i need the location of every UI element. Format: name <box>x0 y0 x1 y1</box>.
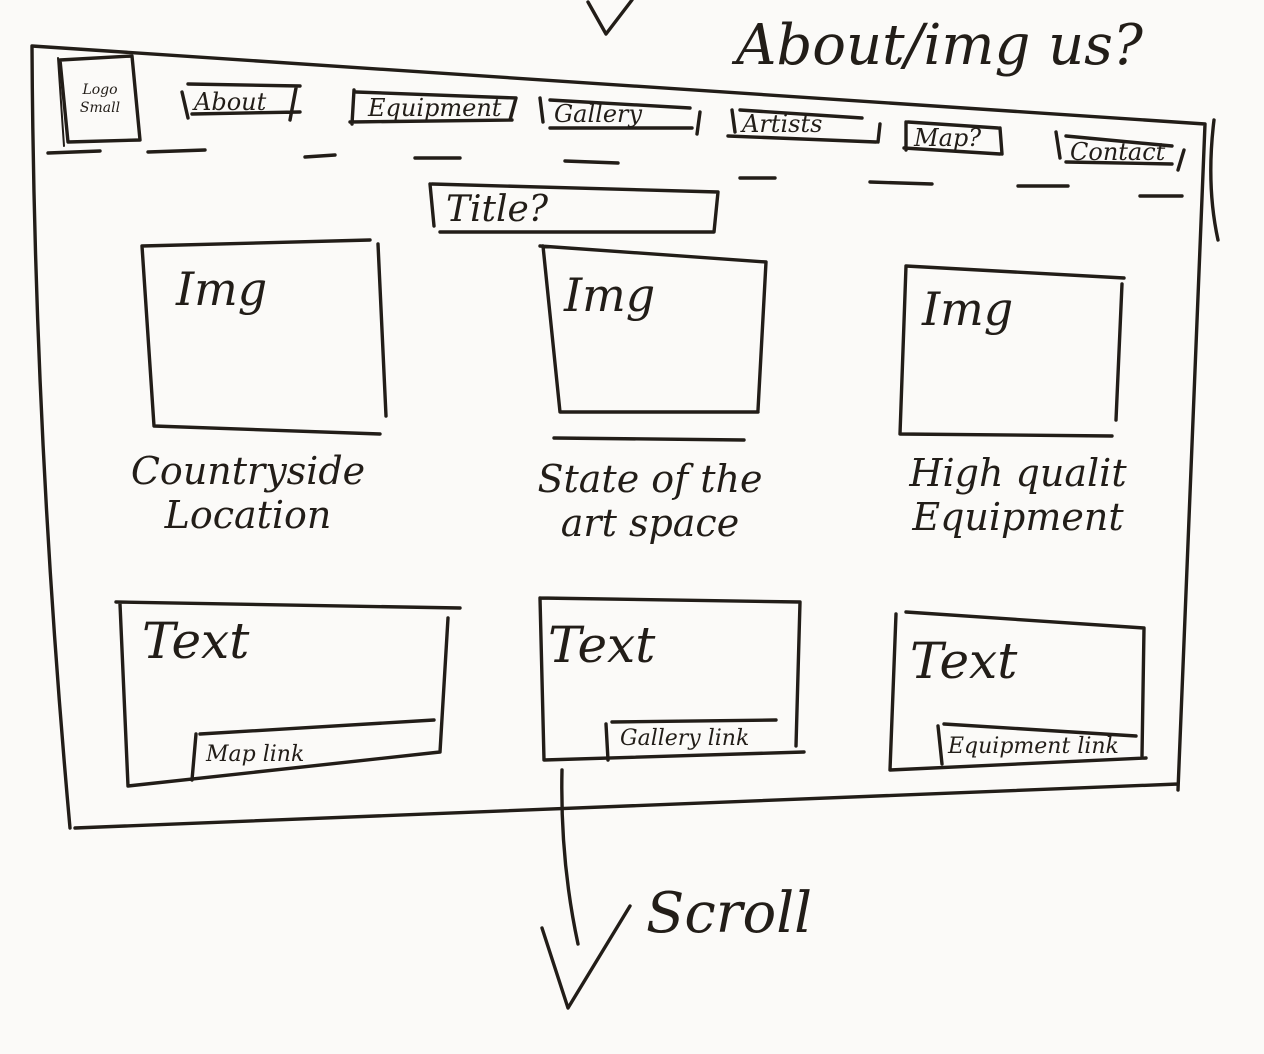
nav-item-map[interactable]: Map? <box>914 126 981 150</box>
feature-caption-2: State of the art space <box>537 457 763 545</box>
nav-item-artists[interactable]: Artists <box>742 112 822 136</box>
nav-item-contact[interactable]: Contact <box>1070 140 1165 164</box>
text-block-3: Text <box>910 632 1018 690</box>
feature-image-2: Img <box>564 268 656 322</box>
logo[interactable]: Logo Small <box>68 82 132 117</box>
page-title: Title? <box>446 189 549 230</box>
feature-image-1: Img <box>176 262 268 316</box>
scroll-label: Scroll <box>646 881 813 946</box>
feature-caption-3: High qualit Equipment <box>909 451 1127 539</box>
nav-item-equipment[interactable]: Equipment <box>368 96 501 120</box>
feature-caption-1: Countryside Location <box>130 449 366 537</box>
text-block-1: Text <box>142 612 250 670</box>
top-arrow-tip <box>586 0 634 36</box>
equipment-link[interactable]: Equipment link <box>948 736 1119 758</box>
nav-item-about[interactable]: About <box>194 90 266 114</box>
map-link[interactable]: Map link <box>206 744 304 766</box>
text-block-2: Text <box>548 616 656 674</box>
gallery-link[interactable]: Gallery link <box>620 728 749 750</box>
nav-item-gallery[interactable]: Gallery <box>554 102 642 126</box>
feature-image-3: Img <box>922 282 1014 336</box>
top-note: About/img us? <box>736 13 1143 78</box>
